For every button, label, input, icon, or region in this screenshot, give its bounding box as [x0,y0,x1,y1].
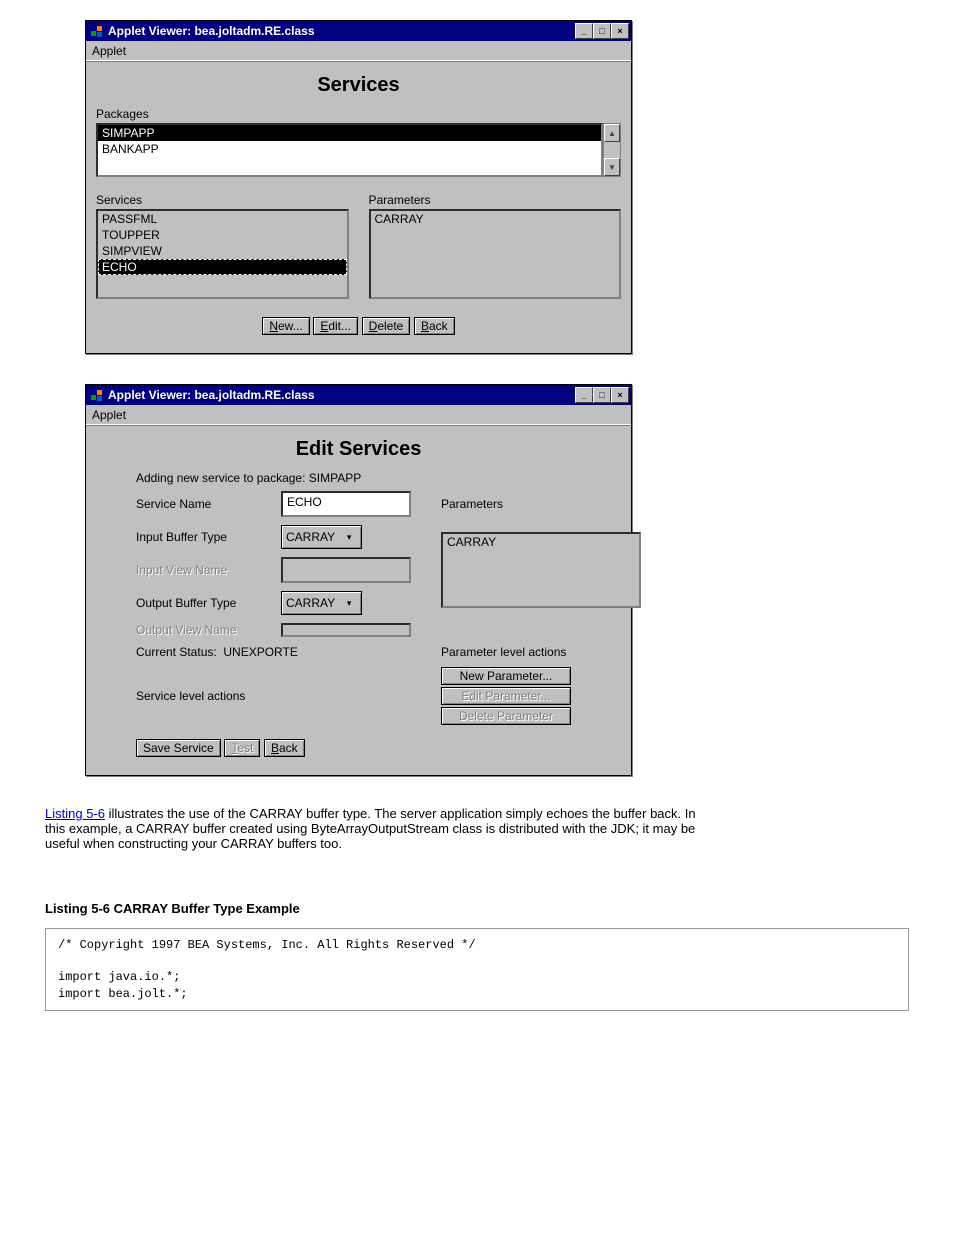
input-view-name-label: Input View Name [136,563,281,577]
body-paragraph: Listing 5-6 illustrates the use of the C… [45,806,705,851]
parameters-list[interactable]: CARRAY [441,532,641,608]
new-button[interactable]: New... [262,317,309,335]
list-item[interactable]: SIMPVIEW [98,243,347,259]
new-parameter-button[interactable]: New Parameter... [441,667,571,685]
delete-button[interactable]: Delete [362,317,411,335]
menu-applet[interactable]: Applet [86,41,631,62]
dropdown-icon: ▾ [341,599,357,607]
output-buffer-type-select[interactable]: CARRAY ▾ [281,591,362,615]
test-button: Test [224,739,260,757]
list-item[interactable]: CARRAY [443,534,639,550]
menu-applet[interactable]: Applet [86,405,631,426]
page-title: Edit Services [96,438,621,461]
list-item[interactable]: BANKAPP [98,141,601,157]
services-list[interactable]: PASSFML TOUPPER SIMPVIEW ECHO [96,209,349,299]
listing-link[interactable]: Listing 5-6 [45,806,105,821]
page-title: Services [96,74,621,97]
titlebar[interactable]: Applet Viewer: bea.joltadm.RE.class _ □ … [86,385,631,405]
list-item[interactable]: SIMPAPP [98,125,601,141]
subheading: Adding new service to package: SIMPAPP [136,471,621,485]
list-item[interactable]: CARRAY [371,211,620,227]
list-item[interactable]: PASSFML [98,211,347,227]
packages-list[interactable]: SIMPAPP BANKAPP [96,123,603,177]
output-buffer-type-label: Output Buffer Type [136,596,281,610]
output-view-name-input [281,623,411,637]
service-actions-label: Service level actions [136,689,411,703]
input-buffer-type-label: Input Buffer Type [136,530,281,544]
scroll-down-icon[interactable]: ▼ [604,158,620,176]
packages-label: Packages [96,107,621,121]
edit-button[interactable]: Edit... [313,317,358,335]
code-block: /* Copyright 1997 BEA Systems, Inc. All … [45,928,909,1011]
list-item[interactable]: TOUPPER [98,227,347,243]
scrollbar[interactable]: ▲ ▼ [603,123,621,177]
titlebar[interactable]: Applet Viewer: bea.joltadm.RE.class _ □ … [86,21,631,41]
maximize-button[interactable]: □ [593,23,611,39]
edit-parameter-button: Edit Parameter... [441,687,571,705]
output-view-name-label: Output View Name [136,623,281,637]
close-button[interactable]: × [611,23,629,39]
input-buffer-type-select[interactable]: CARRAY ▾ [281,525,362,549]
parameters-label: Parameters [369,193,622,207]
back-button[interactable]: Back [264,739,305,757]
parameters-list[interactable]: CARRAY [369,209,622,299]
window-title: Applet Viewer: bea.joltadm.RE.class [108,24,575,38]
services-label: Services [96,193,349,207]
scroll-up-icon[interactable]: ▲ [604,124,620,142]
listing-caption: Listing 5-6 CARRAY Buffer Type Example [45,901,909,916]
list-item-selected[interactable]: ECHO [98,259,347,275]
current-status-label: Current Status: UNEXPORTE [136,645,411,659]
delete-parameter-button: Delete Parameter [441,707,571,725]
save-service-button[interactable]: Save Service [136,739,221,757]
minimize-button[interactable]: _ [575,387,593,403]
services-window: Applet Viewer: bea.joltadm.RE.class _ □ … [85,20,632,354]
service-name-input[interactable]: ECHO [281,491,411,517]
edit-services-window: Applet Viewer: bea.joltadm.RE.class _ □ … [85,384,632,776]
parameters-label: Parameters [441,497,641,511]
window-title: Applet Viewer: bea.joltadm.RE.class [108,388,575,402]
input-view-name-input [281,557,411,583]
back-button[interactable]: Back [414,317,455,335]
minimize-button[interactable]: _ [575,23,593,39]
app-icon [90,388,104,402]
param-actions-label: Parameter level actions [441,645,641,659]
maximize-button[interactable]: □ [593,387,611,403]
service-name-label: Service Name [136,497,281,511]
app-icon [90,24,104,38]
close-button[interactable]: × [611,387,629,403]
dropdown-icon: ▾ [341,533,357,541]
